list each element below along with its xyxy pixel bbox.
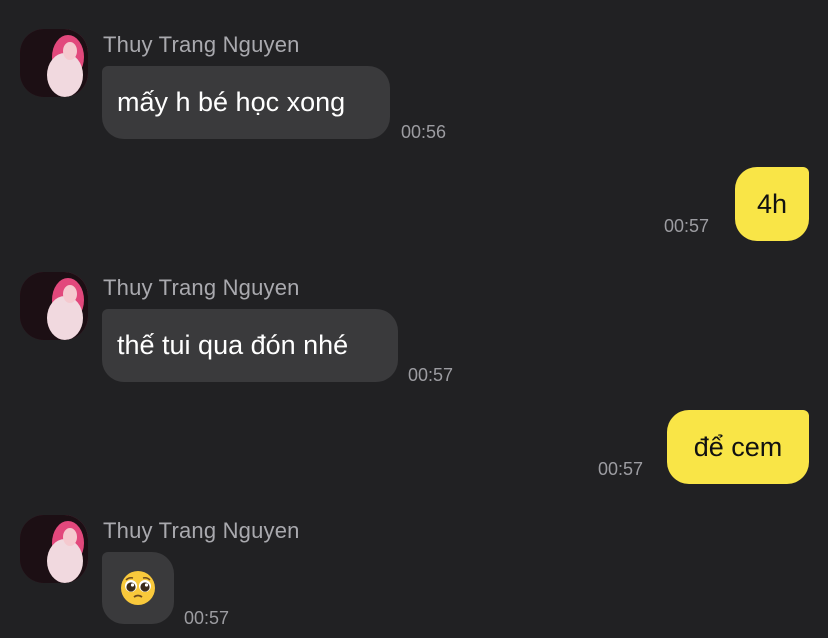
- incoming-message-bubble[interactable]: mấy h bé học xong: [102, 66, 390, 139]
- sender-name: Thuy Trang Nguyen: [103, 32, 300, 57]
- message-text: mấy h bé học xong: [117, 87, 346, 117]
- outgoing-message-bubble[interactable]: để cem: [667, 410, 809, 484]
- message-timestamp: 00:57: [184, 608, 230, 628]
- message-text: thế tui qua đón nhé: [117, 330, 349, 360]
- incoming-message-bubble[interactable]: thế tui qua đón nhé: [102, 309, 398, 382]
- avatar[interactable]: [20, 29, 88, 97]
- sender-name: Thuy Trang Nguyen: [103, 275, 300, 300]
- outgoing-message-bubble[interactable]: 4h: [735, 167, 809, 241]
- message-text: để cem: [693, 431, 783, 462]
- avatar[interactable]: [20, 515, 88, 583]
- incoming-message-bubble[interactable]: [102, 552, 174, 624]
- message-timestamp: 00:57: [664, 216, 710, 236]
- pleading-face-icon: [121, 571, 155, 605]
- sender-name: Thuy Trang Nguyen: [103, 518, 300, 543]
- avatar[interactable]: [20, 272, 88, 340]
- message-timestamp: 00:57: [598, 459, 644, 479]
- message-text: 4h: [756, 188, 788, 219]
- message-timestamp: 00:57: [408, 365, 454, 385]
- message-timestamp: 00:56: [401, 122, 447, 142]
